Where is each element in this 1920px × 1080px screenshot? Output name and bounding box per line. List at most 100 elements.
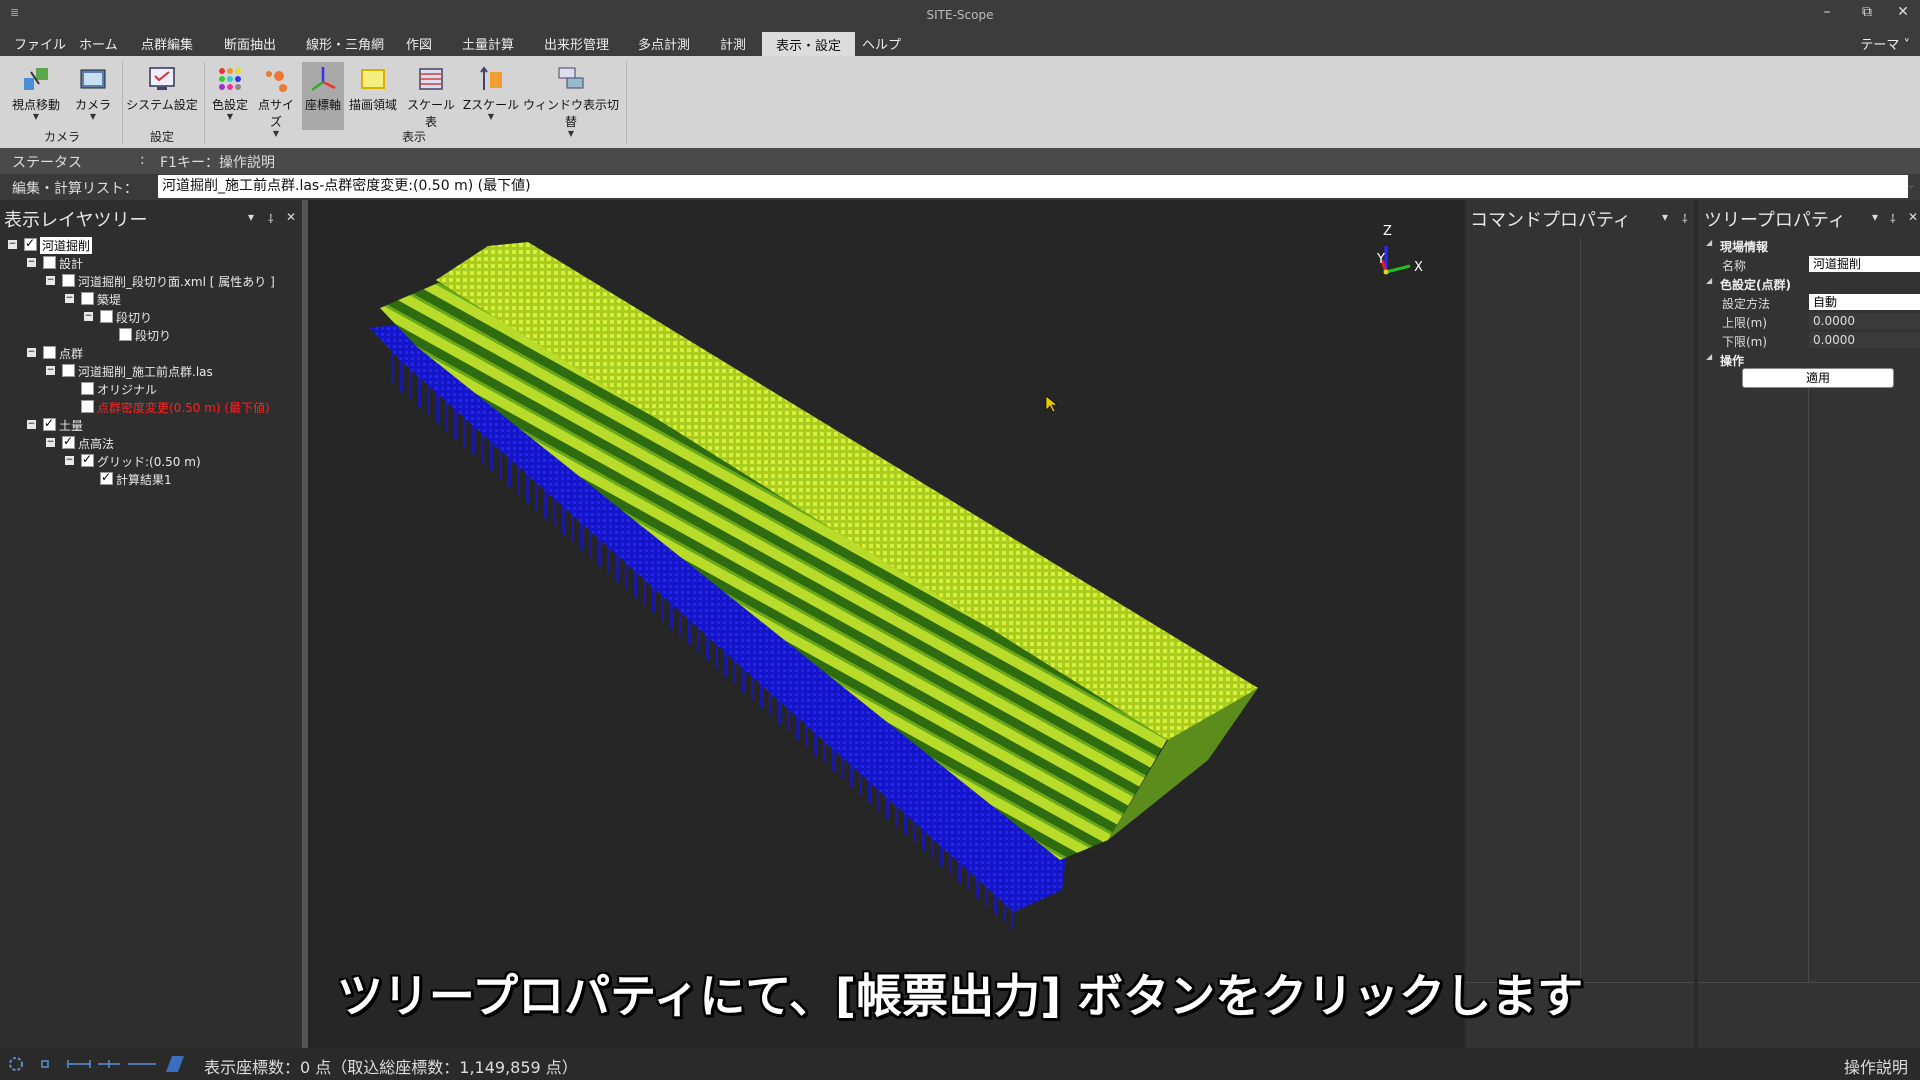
- close-icon[interactable]: ✕: [286, 210, 296, 224]
- collapse-icon[interactable]: −: [46, 276, 55, 285]
- layer-tree-panel: 表示レイヤツリー ▾ ⸸ ✕ −河道掘削 −設計 −河道掘削_段切り面.xml …: [0, 200, 302, 1048]
- coordinate-count-text: 表示座標数：0 点（取込総座標数：1,149,859 点）: [204, 1058, 578, 1077]
- chevron-down-icon[interactable]: ⌄: [1906, 177, 1916, 191]
- pin-icon[interactable]: ⸸: [1682, 210, 1688, 227]
- property-category[interactable]: ◢ 操作: [1698, 350, 1920, 368]
- menu-section-extract[interactable]: 断面抽出: [224, 34, 276, 53]
- section-icon: [98, 1060, 120, 1068]
- theme-dropdown[interactable]: テーマ ˅: [1860, 34, 1910, 53]
- tree-checkbox[interactable]: [62, 434, 75, 449]
- property-category[interactable]: ◢ 現場情報: [1698, 236, 1920, 254]
- view-mode-toolbar[interactable]: [6, 1054, 186, 1074]
- mouse-cursor-icon: [1045, 395, 1058, 413]
- pin-icon[interactable]: ⸸: [1890, 210, 1896, 227]
- tree-checkbox[interactable]: [43, 416, 56, 431]
- tree-checkbox[interactable]: [81, 452, 94, 467]
- camera-button[interactable]: カメラ ▼: [70, 62, 116, 130]
- close-button[interactable]: ✕: [1888, 4, 1918, 20]
- collapse-icon[interactable]: −: [84, 312, 93, 321]
- point-cloud-render: Z Y X: [370, 224, 1423, 930]
- calc-list-select[interactable]: 河道掘削_施工前点群.las-点群密度変更:(0.50 m) (最下値): [158, 175, 1908, 198]
- system-settings-button[interactable]: システム設定: [126, 62, 198, 130]
- tree-checkbox[interactable]: [119, 328, 132, 341]
- collapse-icon[interactable]: −: [46, 438, 55, 447]
- tree-checkbox[interactable]: [81, 400, 94, 413]
- draw-area-button[interactable]: 描画領域: [346, 62, 400, 130]
- tree-checkbox[interactable]: [62, 274, 75, 287]
- 3d-viewport[interactable]: Z Y X: [308, 200, 1464, 1048]
- tree-checkbox[interactable]: [81, 382, 94, 395]
- viewpoint-move-icon: [24, 68, 48, 90]
- tree-checkbox[interactable]: [43, 256, 56, 269]
- z-scale-button[interactable]: Zスケール ▼: [462, 62, 520, 130]
- axis-z-label: Z: [1383, 224, 1392, 239]
- coordinate-axis-button[interactable]: 座標軸: [302, 62, 344, 130]
- pin-icon[interactable]: ⸸: [268, 210, 274, 227]
- group-separator: [626, 62, 627, 144]
- minimize-button[interactable]: –: [1812, 4, 1842, 20]
- title-bar: ≣ SITE-Scope – ⧉ ✕: [0, 0, 1920, 30]
- upper-limit-field[interactable]: 0.0000: [1809, 313, 1920, 329]
- restore-button[interactable]: ⧉: [1852, 4, 1882, 20]
- tree-checkbox[interactable]: [100, 310, 113, 323]
- collapse-icon[interactable]: −: [65, 294, 74, 303]
- help-link[interactable]: 操作説明: [1844, 1054, 1908, 1078]
- collapse-icon[interactable]: −: [27, 258, 36, 267]
- menu-as-built[interactable]: 出来形管理: [544, 34, 609, 53]
- tree-checkbox[interactable]: [100, 470, 113, 485]
- collapse-triangle-icon[interactable]: ◢: [1706, 276, 1712, 285]
- collapse-triangle-icon[interactable]: ◢: [1706, 238, 1712, 247]
- menu-pointcloud-edit[interactable]: 点群編集: [141, 34, 193, 53]
- menu-help[interactable]: ヘルプ: [862, 34, 901, 53]
- collapse-icon[interactable]: −: [8, 240, 17, 249]
- collapse-icon[interactable]: −: [27, 420, 36, 429]
- menu-measure[interactable]: 計測: [720, 34, 746, 53]
- axis-x-label: X: [1414, 260, 1423, 275]
- menu-multipoint[interactable]: 多点計測: [638, 34, 690, 53]
- scale-table-button[interactable]: スケール表: [402, 62, 460, 130]
- dropdown-icon[interactable]: ▾: [1662, 210, 1668, 224]
- menu-drawing[interactable]: 作図: [406, 34, 432, 53]
- point-mode-icon: [41, 1060, 49, 1068]
- point-size-icon: [266, 71, 287, 92]
- draw-area-icon: [361, 69, 385, 89]
- video-subtitle: ツリープロパティにて、[帳票出力] ボタンをクリックします: [336, 969, 1584, 1023]
- tree-checkbox[interactable]: [62, 364, 75, 377]
- tree-checkbox[interactable]: [43, 346, 56, 359]
- menu-file[interactable]: ファイル: [14, 34, 66, 53]
- point-size-button[interactable]: 点サイズ ▼: [254, 62, 298, 138]
- menu-home[interactable]: ホーム: [79, 34, 118, 53]
- tree-checkbox[interactable]: [81, 292, 94, 305]
- ribbon: 視点移動 ▼ カメラ ▼ システム設定 色設定 ▼ 点サイズ ▼ 座標軸 描画領域 スケ…: [0, 56, 1920, 148]
- color-settings-button[interactable]: 色設定 ▼: [208, 62, 252, 130]
- status-text: F1キー：操作説明: [160, 155, 275, 171]
- status-separator: :: [140, 152, 145, 168]
- menu-earthwork[interactable]: 土量計算: [462, 34, 514, 53]
- dropdown-icon[interactable]: ▾: [248, 210, 254, 224]
- tree-checkbox[interactable]: [24, 236, 37, 251]
- site-name-field[interactable]: 河道掘削: [1809, 256, 1920, 272]
- property-category[interactable]: ◢ 色設定(点群): [1698, 274, 1920, 292]
- calc-list-label: 編集・計算リスト：: [12, 181, 138, 197]
- collapse-icon[interactable]: −: [65, 456, 74, 465]
- collapse-icon[interactable]: −: [46, 366, 55, 375]
- grid-divider: [1580, 238, 1581, 982]
- command-property-panel: コマンドプロパティ ▾ ⸸: [1466, 200, 1694, 1048]
- apply-button[interactable]: 適用: [1742, 368, 1894, 388]
- collapse-icon[interactable]: −: [27, 348, 36, 357]
- menu-alignment-tin[interactable]: 線形・三角網: [306, 34, 384, 53]
- tree-property-title: ツリープロパティ: [1704, 210, 1846, 231]
- window-toggle-button[interactable]: ウィンドウ表示切替 ▼: [522, 62, 620, 138]
- coordinate-axis-icon: [311, 67, 336, 92]
- color-method-select[interactable]: 自動: [1809, 294, 1920, 310]
- window-title: SITE-Scope: [926, 8, 994, 22]
- close-icon[interactable]: ✕: [1908, 210, 1918, 224]
- group-label-camera: カメラ: [43, 130, 80, 144]
- rotate-mode-icon: [9, 1057, 23, 1071]
- dropdown-icon[interactable]: ▾: [1872, 210, 1878, 224]
- collapse-triangle-icon[interactable]: ◢: [1706, 352, 1712, 361]
- viewpoint-move-button[interactable]: 視点移動 ▼: [8, 62, 64, 130]
- camera-icon: [80, 69, 106, 89]
- lower-limit-field[interactable]: 0.0000: [1809, 332, 1920, 348]
- group-label-settings: 設定: [149, 130, 174, 144]
